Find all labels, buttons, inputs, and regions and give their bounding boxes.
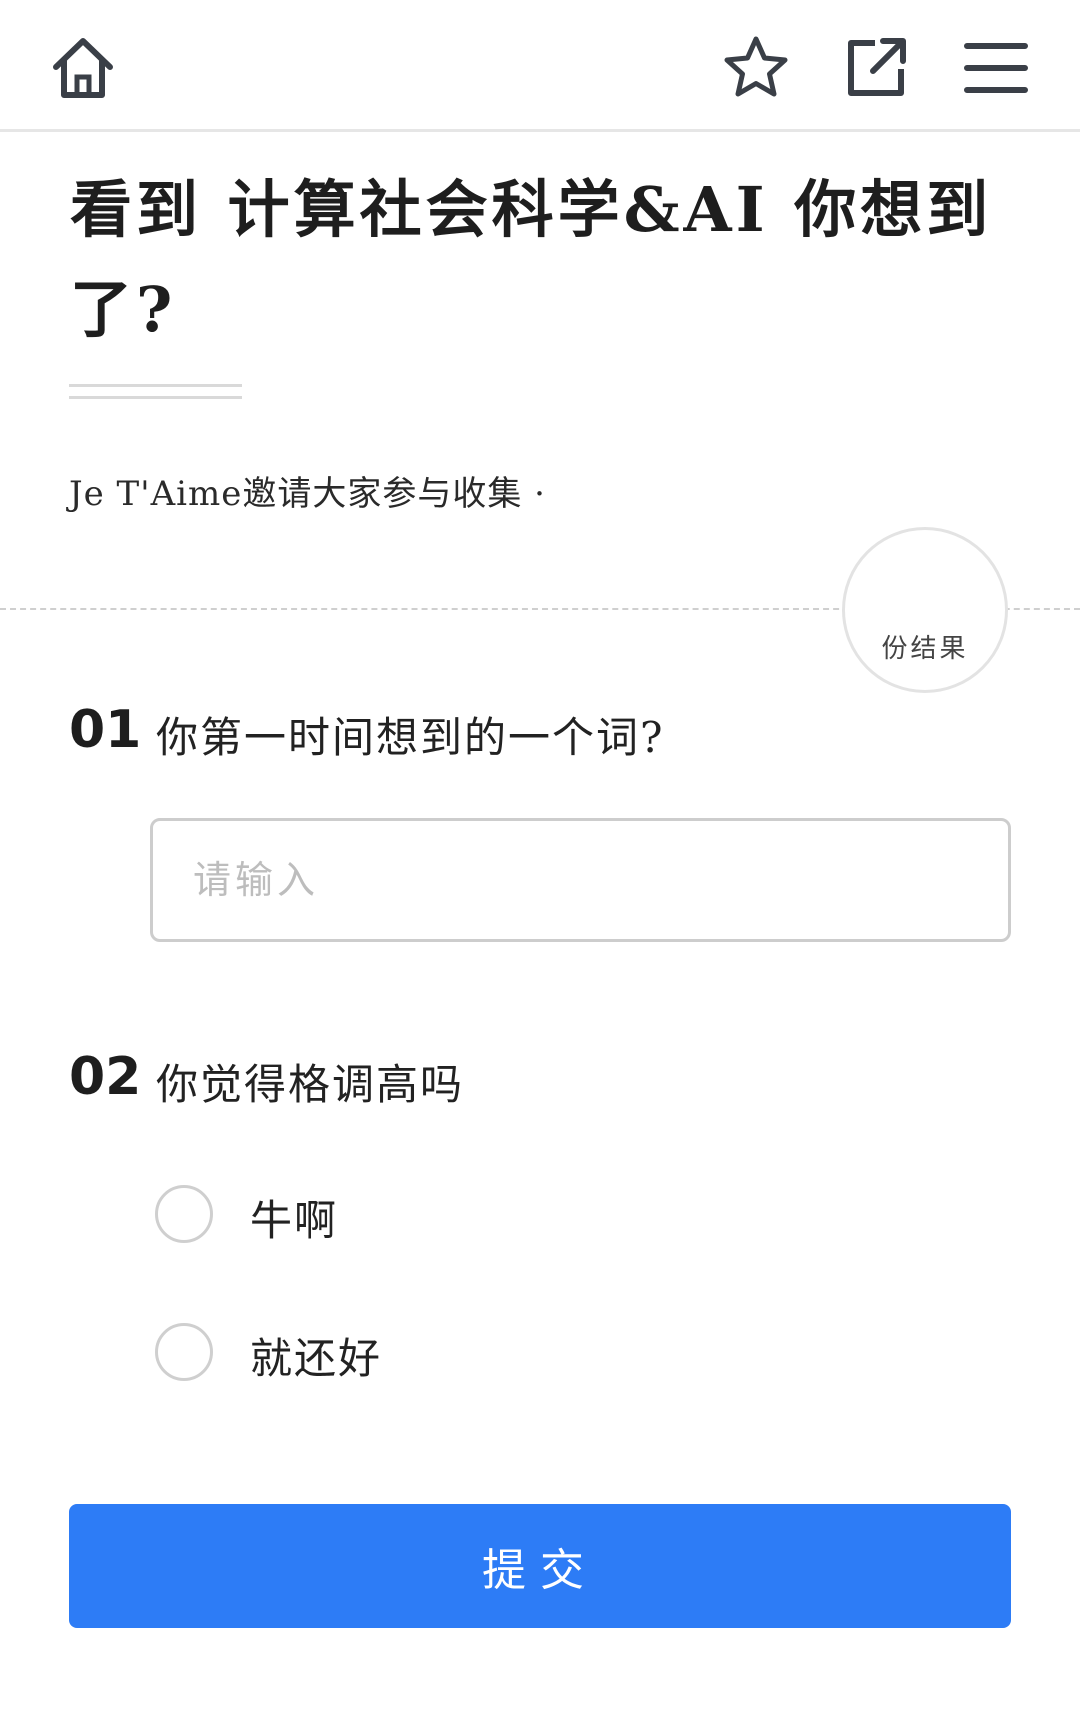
- form-title-line2: 了?: [70, 273, 177, 346]
- favorite-button[interactable]: [718, 30, 794, 106]
- answer-1-input[interactable]: [150, 818, 1011, 942]
- title-divider-top: [69, 384, 242, 387]
- form-title-line1: 看到 计算社会科学&AI 你想到: [70, 173, 993, 246]
- option-radio-2[interactable]: 就还好: [155, 1323, 655, 1383]
- option-radio-1[interactable]: 牛啊: [155, 1185, 655, 1245]
- question-1-number: 01: [69, 700, 142, 760]
- question-1-text: 你第一时间想到的一个词?: [156, 713, 665, 762]
- result-count-badge[interactable]: 份结果: [842, 527, 1008, 693]
- option-label: 就还好: [250, 1334, 383, 1383]
- radio-circle[interactable]: [155, 1185, 213, 1243]
- star-icon: [724, 36, 788, 97]
- title-divider-bottom: [69, 396, 242, 399]
- top-toolbar: [0, 0, 1080, 132]
- option-label: 牛啊: [250, 1196, 339, 1245]
- form-subtitle: Je T'Aime邀请大家参与收集 ·: [69, 474, 546, 514]
- share-button[interactable]: [838, 30, 914, 106]
- question-2-text: 你觉得格调高吗: [156, 1060, 465, 1109]
- menu-icon: [964, 43, 1028, 93]
- result-count-label: 份结果: [881, 634, 969, 664]
- menu-button[interactable]: [958, 30, 1034, 106]
- home-icon: [53, 38, 113, 98]
- submit-button[interactable]: 提交: [69, 1504, 1011, 1628]
- home-button[interactable]: [45, 30, 121, 106]
- share-icon: [848, 38, 906, 96]
- question-2-number: 02: [69, 1047, 142, 1107]
- radio-circle[interactable]: [155, 1323, 213, 1381]
- form-title: 看到 计算社会科学&AI 你想到 了?: [70, 160, 1030, 360]
